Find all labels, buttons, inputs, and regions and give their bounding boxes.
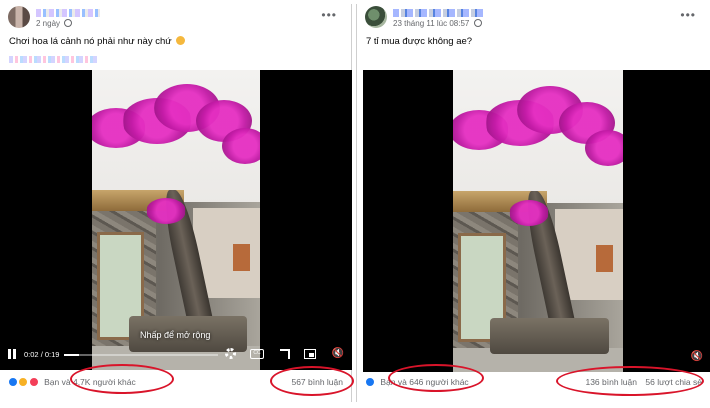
bonsai-pot <box>490 317 610 354</box>
reactions-count: 646 người khác <box>409 377 469 387</box>
post-caption: Chơi hoa lá cảnh nó phải như này chứ <box>9 36 186 47</box>
caption-text: 7 tỉ mua được không ae? <box>366 36 473 47</box>
comments-count[interactable]: 567 bình luận <box>291 377 343 387</box>
video-player[interactable]: Nhấp để mở rộng 0:02 / 0:19 CC 🔇 <box>0 70 352 370</box>
like-reaction-icon <box>365 377 375 387</box>
globe-icon <box>473 19 482 27</box>
shares-count[interactable]: 56 lượt chia sẻ <box>645 377 702 387</box>
comments-count[interactable]: 136 bình luận <box>585 377 637 387</box>
reactions-count: 4,7K người khác <box>72 377 136 387</box>
caption-text: Chơi hoa lá cảnh nó phải như này chứ <box>9 36 172 47</box>
reactions-summary[interactable]: Bạn và 4,7K người khác <box>8 377 136 387</box>
like-reaction-icon <box>8 377 18 387</box>
globe-icon <box>64 19 73 27</box>
more-options-icon[interactable]: ••• <box>321 8 337 22</box>
reactions-prefix: Bạn và <box>44 377 71 387</box>
time-current: 0:02 <box>24 350 39 359</box>
post-header: 23 tháng 11 lúc 08:57 ••• <box>365 6 702 36</box>
progress-fill <box>64 354 80 356</box>
love-reaction-icon <box>28 377 39 387</box>
post-meta: 23 tháng 11 lúc 08:57 <box>393 19 482 28</box>
scene-window <box>233 244 250 271</box>
post-meta: 2 ngày <box>36 19 73 28</box>
video-time: 0:02 / 0:19 <box>24 350 60 359</box>
engagement-stats: 567 bình luận <box>291 377 343 387</box>
redacted-text <box>9 56 99 63</box>
post-caption: 7 tỉ mua được không ae? <box>366 36 472 47</box>
post-card-1: 2 ngày ••• Chơi hoa lá cảnh nó phải như … <box>0 4 352 402</box>
wow-reaction-icon <box>18 377 29 387</box>
bougainvillea-bloom <box>146 198 186 224</box>
avatar[interactable] <box>8 6 30 28</box>
picture-in-picture-icon[interactable] <box>304 349 316 359</box>
author-name-redacted[interactable] <box>36 9 100 17</box>
bougainvillea-bloom <box>585 130 623 166</box>
captions-icon[interactable]: CC <box>250 349 264 359</box>
settings-gear-icon[interactable] <box>225 348 236 359</box>
engagement-stats: 136 bình luận 56 lượt chia sẻ <box>585 377 702 387</box>
pause-icon[interactable] <box>8 349 16 359</box>
volume-mute-icon[interactable]: 🔇 <box>332 348 344 359</box>
bougainvillea-bloom <box>222 128 260 164</box>
post-card-2: 23 tháng 11 lúc 08:57 ••• 7 tỉ mua được … <box>356 4 710 402</box>
post-footer: Bạn và 646 người khác 136 bình luận 56 l… <box>365 372 704 394</box>
video-controls: 0:02 / 0:19 CC 🔇 <box>0 344 352 370</box>
more-options-icon[interactable]: ••• <box>680 8 696 22</box>
video-player[interactable]: 🔇 <box>363 70 710 372</box>
video-frame[interactable] <box>92 70 260 370</box>
fullscreen-icon[interactable] <box>280 349 290 359</box>
post-time[interactable]: 23 tháng 11 lúc 08:57 <box>393 19 469 28</box>
avatar[interactable] <box>365 6 387 28</box>
scene-window <box>595 245 613 273</box>
post-time[interactable]: 2 ngày <box>36 19 60 28</box>
reactions-summary[interactable]: Bạn và 646 người khác <box>365 377 469 387</box>
video-frame[interactable] <box>453 70 623 372</box>
bougainvillea-bloom <box>509 200 549 226</box>
author-name-redacted[interactable] <box>393 9 485 17</box>
reactions-prefix: Bạn và <box>380 377 407 387</box>
progress-bar[interactable] <box>64 354 218 356</box>
emoji-icon <box>176 36 186 45</box>
time-total: 0:19 <box>44 350 60 359</box>
post-header: 2 ngày ••• <box>8 6 343 36</box>
expand-tooltip: Nhấp để mở rộng <box>140 330 211 340</box>
post-footer: Bạn và 4,7K người khác 567 bình luận <box>8 372 345 394</box>
volume-mute-icon[interactable]: 🔇 <box>691 351 703 362</box>
